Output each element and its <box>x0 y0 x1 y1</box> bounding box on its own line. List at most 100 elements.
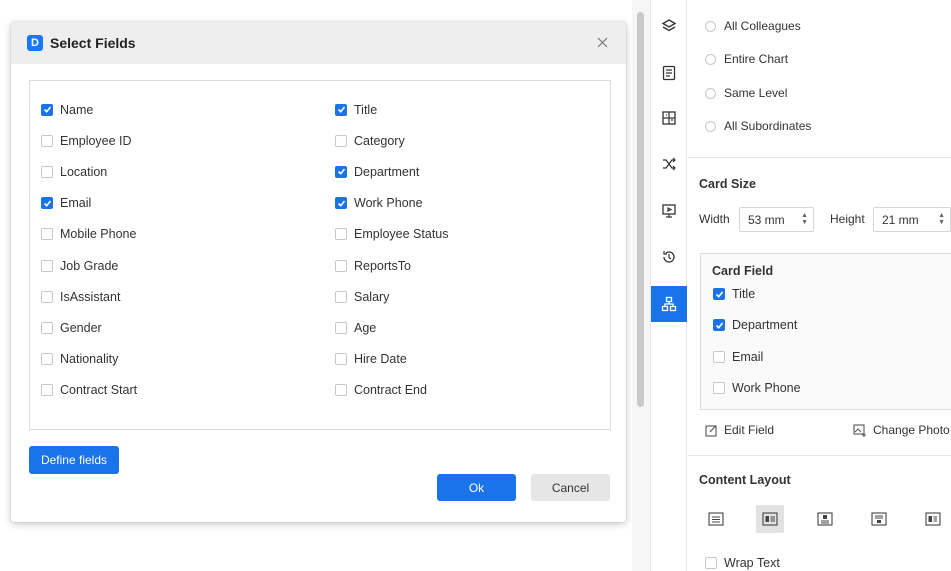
checkbox[interactable] <box>335 353 347 366</box>
checkbox[interactable] <box>41 103 53 116</box>
height-value: 21 mm <box>882 212 919 227</box>
checkbox[interactable] <box>335 321 347 334</box>
checkbox[interactable] <box>713 382 725 394</box>
card-field-option[interactable]: Title <box>713 287 755 301</box>
stepper-arrows-icon[interactable]: ▲ ▼ <box>801 212 808 226</box>
option-entire-chart[interactable]: Entire Chart <box>705 52 788 66</box>
fields-list: Name Employee ID Location Email Mobile Phone… <box>29 80 611 430</box>
option-same-level[interactable]: Same Level <box>705 86 787 100</box>
checkbox[interactable] <box>41 384 53 397</box>
card-field-box: Card Field Title Department Email Work Phon… <box>700 253 951 410</box>
option-all-colleagues[interactable]: All Colleagues <box>705 19 801 33</box>
table-grid-icon[interactable] <box>651 100 687 136</box>
shuffle-icon[interactable] <box>651 146 687 182</box>
checkbox[interactable] <box>41 353 53 366</box>
card-field-option[interactable]: Work Phone <box>713 381 801 395</box>
radio-button[interactable] <box>705 120 716 132</box>
card-field-option[interactable]: Email <box>713 350 763 364</box>
field-label: Work Phone <box>354 196 423 211</box>
checkbox[interactable] <box>713 351 725 363</box>
edit-icon <box>705 424 717 437</box>
field-option[interactable]: ReportsTo <box>335 250 449 281</box>
select-fields-dialog: D Select Fields Name Employee ID Location E… <box>11 22 626 522</box>
history-icon[interactable] <box>651 239 687 275</box>
define-fields-button[interactable]: Define fields <box>29 446 119 474</box>
layout-text-only-icon[interactable] <box>702 505 730 533</box>
layers-icon[interactable] <box>651 8 687 44</box>
checkbox[interactable] <box>335 134 347 147</box>
field-option[interactable]: Work Phone <box>335 188 449 219</box>
width-input[interactable]: 53 mm ▲ ▼ <box>739 207 814 232</box>
checkbox[interactable] <box>41 321 53 334</box>
field-option[interactable]: Contract Start <box>41 375 137 406</box>
field-option[interactable]: Employee ID <box>41 125 137 156</box>
checkbox[interactable] <box>705 557 717 569</box>
properties-panel: All Colleagues Entire Chart Same Level A… <box>688 0 951 571</box>
checkbox[interactable] <box>335 165 347 178</box>
card-field-option[interactable]: Department <box>713 318 797 332</box>
radio-button[interactable] <box>705 87 716 99</box>
field-option[interactable]: Gender <box>41 312 137 343</box>
field-option[interactable]: Job Grade <box>41 250 137 281</box>
option-all-subordinates[interactable]: All Subordinates <box>705 119 811 133</box>
field-option[interactable]: IsAssistant <box>41 281 137 312</box>
layout-photo-left-icon[interactable] <box>756 505 784 533</box>
radio-button[interactable] <box>705 20 716 32</box>
field-label: Nationality <box>60 352 119 367</box>
checkbox[interactable] <box>41 290 53 303</box>
field-option[interactable]: Salary <box>335 281 449 312</box>
field-option[interactable]: Age <box>335 312 449 343</box>
card-field-label: Email <box>732 350 764 364</box>
checkbox[interactable] <box>335 103 347 116</box>
document-list-icon[interactable] <box>651 55 687 91</box>
field-label: Salary <box>354 289 390 304</box>
field-option[interactable]: Location <box>41 156 137 187</box>
field-option[interactable]: Email <box>41 188 137 219</box>
field-option[interactable]: Nationality <box>41 344 137 375</box>
checkbox[interactable] <box>41 165 53 178</box>
field-option[interactable]: Department <box>335 156 449 187</box>
wrap-text-checkbox[interactable]: Wrap Text <box>705 556 780 570</box>
field-option[interactable]: Mobile Phone <box>41 219 137 250</box>
checkbox[interactable] <box>41 134 53 147</box>
checkbox[interactable] <box>41 228 53 241</box>
field-option[interactable]: Name <box>41 94 137 125</box>
checkbox[interactable] <box>335 290 347 303</box>
scrollbar-thumb[interactable] <box>637 12 644 407</box>
checkbox[interactable] <box>41 259 53 272</box>
org-chart-icon[interactable] <box>651 286 687 322</box>
edit-field-button[interactable]: Edit Field <box>705 423 774 437</box>
ok-button[interactable]: Ok <box>437 474 516 501</box>
field-label: Hire Date <box>354 352 407 367</box>
card-field-label: Title <box>732 287 756 301</box>
field-label: Contract End <box>354 383 427 398</box>
checkbox[interactable] <box>335 384 347 397</box>
checkbox[interactable] <box>335 228 347 241</box>
cancel-button[interactable]: Cancel <box>531 474 610 501</box>
layout-photo-right-icon[interactable] <box>919 505 947 533</box>
card-field-label: Work Phone <box>732 381 801 395</box>
checkbox[interactable] <box>335 197 347 210</box>
close-icon[interactable] <box>594 34 610 50</box>
checkbox[interactable] <box>713 288 725 300</box>
field-label: Email <box>60 196 92 211</box>
checkbox[interactable] <box>41 197 53 210</box>
checkbox[interactable] <box>335 259 347 272</box>
radio-button[interactable] <box>705 53 716 65</box>
checkbox[interactable] <box>713 319 725 331</box>
height-input[interactable]: 21 mm ▲ ▼ <box>873 207 951 232</box>
layout-photo-bottom-icon[interactable] <box>865 505 893 533</box>
layout-photo-top-icon[interactable] <box>811 505 839 533</box>
field-option[interactable]: Employee Status <box>335 219 449 250</box>
field-option[interactable]: Title <box>335 94 449 125</box>
option-label: All Colleagues <box>724 19 801 33</box>
field-label: Age <box>354 320 377 335</box>
presentation-icon[interactable] <box>651 193 687 229</box>
field-option[interactable]: Contract End <box>335 375 449 406</box>
option-label: Entire Chart <box>724 52 789 66</box>
stepper-arrows-icon[interactable]: ▲ ▼ <box>938 212 945 226</box>
change-photo-button[interactable]: Change Photo <box>853 423 950 437</box>
field-option[interactable]: Category <box>335 125 449 156</box>
field-label: Employee Status <box>354 227 449 242</box>
field-option[interactable]: Hire Date <box>335 344 449 375</box>
